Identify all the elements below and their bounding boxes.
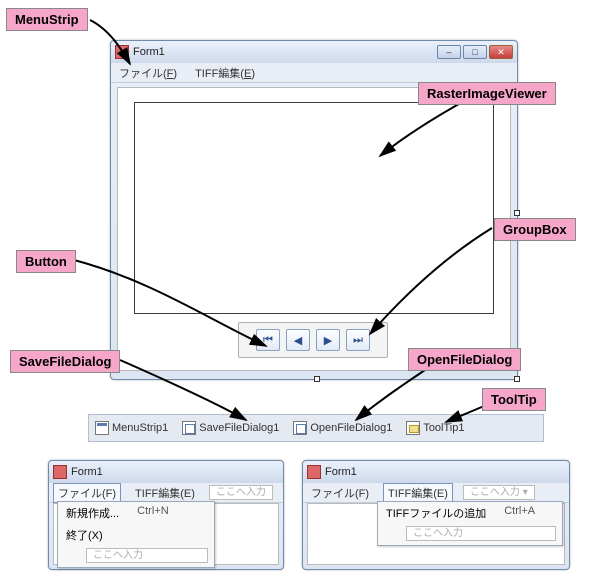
menustrip[interactable]: ファイル(F) TIFF編集(E) ここへ入力 ▾ (303, 483, 569, 503)
client-area: ⏮ ◀ ▶ ⏭ (117, 87, 511, 371)
menustrip[interactable]: ファイル(F) TIFF編集(E) (111, 63, 517, 83)
menu-type-here[interactable]: ここへ入力 (209, 485, 273, 500)
window-title: Form1 (325, 466, 565, 478)
file-dropdown: 新規作成... Ctrl+N 終了(X) ここへ入力 (57, 501, 215, 568)
tray-menustrip[interactable]: MenuStrip1 (95, 421, 168, 435)
menu-item-add-tiff[interactable]: TIFFファイルの追加 Ctrl+A (378, 502, 562, 524)
app-icon (307, 465, 321, 479)
tray-savefiledialog[interactable]: SaveFileDialog1 (182, 421, 279, 435)
callout-raster-image-viewer: RasterImageViewer (418, 82, 556, 105)
tray-openfiledialog[interactable]: OpenFileDialog1 (293, 421, 392, 435)
nav-last-button[interactable]: ⏭ (346, 329, 370, 351)
close-button[interactable]: ✕ (489, 45, 513, 59)
menu-item-exit[interactable]: 終了(X) (58, 524, 214, 546)
window-title: Form1 (71, 466, 279, 478)
menu-type-here[interactable]: ここへ入力 ▾ (463, 485, 535, 500)
menu-item-new-label: 新規作成... (66, 505, 119, 521)
designer-window-file-menu: Form1 ファイル(F) TIFF編集(E) ここへ入力 新規作成... Ct… (48, 460, 284, 570)
tray-tooltip[interactable]: ToolTip1 (406, 421, 464, 435)
nav-groupbox: ⏮ ◀ ▶ ⏭ (238, 322, 388, 358)
menu-item-new[interactable]: 新規作成... Ctrl+N (58, 502, 214, 524)
menustrip-icon (95, 421, 109, 435)
menu-tiff-edit[interactable]: TIFF編集(E) (131, 484, 199, 502)
tray-menustrip-label: MenuStrip1 (112, 422, 168, 434)
window-title: Form1 (133, 46, 437, 58)
menustrip[interactable]: ファイル(F) TIFF編集(E) ここへ入力 (49, 483, 283, 503)
menu-type-here[interactable]: ここへ入力 (86, 548, 208, 563)
callout-save-file-dialog: SaveFileDialog (10, 350, 120, 373)
callout-button: Button (16, 250, 76, 273)
menu-tiff-edit[interactable]: TIFF編集(E) (191, 64, 259, 82)
menu-item-add-tiff-label: TIFFファイルの追加 (386, 505, 486, 521)
nav-prev-button[interactable]: ◀ (286, 329, 310, 351)
menu-item-new-shortcut: Ctrl+N (137, 505, 168, 521)
tray-tooltip-label: ToolTip1 (423, 422, 464, 434)
callout-tooltip: ToolTip (482, 388, 546, 411)
nav-first-button[interactable]: ⏮ (256, 329, 280, 351)
minimize-button[interactable]: – (437, 45, 461, 59)
tooltip-icon (406, 421, 420, 435)
app-icon (115, 45, 129, 59)
callout-open-file-dialog: OpenFileDialog (408, 348, 521, 371)
titlebar[interactable]: Form1 – □ ✕ (111, 41, 517, 63)
savefiledialog-icon (182, 421, 196, 435)
tray-savefiledialog-label: SaveFileDialog1 (199, 422, 279, 434)
component-tray: MenuStrip1 SaveFileDialog1 OpenFileDialo… (88, 414, 544, 442)
menu-item-add-tiff-shortcut: Ctrl+A (504, 505, 535, 521)
app-icon (53, 465, 67, 479)
nav-next-button[interactable]: ▶ (316, 329, 340, 351)
raster-image-viewer[interactable] (134, 102, 494, 314)
menu-tiff-edit[interactable]: TIFF編集(E) (383, 483, 453, 503)
callout-menustrip: MenuStrip (6, 8, 88, 31)
menu-item-exit-label: 終了(X) (66, 527, 103, 543)
menu-file[interactable]: ファイル(F) (53, 483, 121, 503)
callout-groupbox: GroupBox (494, 218, 576, 241)
openfiledialog-icon (293, 421, 307, 435)
menu-file[interactable]: ファイル(F) (307, 484, 373, 502)
tray-openfiledialog-label: OpenFileDialog1 (310, 422, 392, 434)
tiff-dropdown: TIFFファイルの追加 Ctrl+A ここへ入力 (377, 501, 563, 546)
menu-type-here[interactable]: ここへ入力 (406, 526, 556, 541)
designer-window-tiff-menu: Form1 ファイル(F) TIFF編集(E) ここへ入力 ▾ TIFFファイル… (302, 460, 570, 570)
menu-file[interactable]: ファイル(F) (115, 64, 181, 82)
maximize-button[interactable]: □ (463, 45, 487, 59)
